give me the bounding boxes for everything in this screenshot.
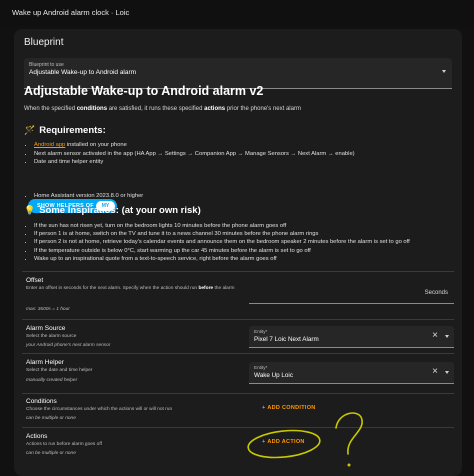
offset-input[interactable]: Seconds [249,281,454,304]
conditions-title: Conditions [26,398,57,405]
list-item: Next alarm sensor activated in the app (… [34,150,355,159]
alarm-source-section: Alarm Source Select the alarm source you… [22,319,454,353]
window-title-bar: Wake up Android alarm clock · Loic [0,0,474,26]
list-item: If person 1 is at home, switch on the TV… [34,230,410,238]
list-item: If person 2 is not at home, retrieve tod… [34,238,410,246]
alarm-source-title: Alarm Source [26,325,66,332]
add-action-button[interactable]: + ADD ACTION [262,439,305,445]
conditions-helper: can be multiple or none [26,416,76,421]
list-item: If the sun has not risen yet, turn on th… [34,222,410,230]
offset-unit: Seconds [424,290,448,296]
list-item [34,167,355,192]
conditions-section: Conditions Choose the circumstances unde… [22,393,454,427]
actions-section: Actions Actions to run before alarm goes… [22,427,454,476]
add-condition-button[interactable]: + ADD CONDITION [262,405,316,411]
actions-title: Actions [26,433,48,440]
card-title: Blueprint [24,37,64,48]
entity-label: Entity* [254,365,268,370]
magic-wand-icon: 🪄 [24,125,36,135]
entity-value: Pixel 7 Loic Next Alarm [254,336,319,343]
entity-value: Wake Up Loic [254,372,293,379]
close-icon[interactable]: × [432,367,438,377]
chevron-down-icon[interactable] [442,70,446,73]
inspiration-list: If the sun has not risen yet, turn on th… [34,222,410,263]
entity-label: Entity* [254,329,268,334]
offset-section: Offset Enter an offset in seconds for th… [22,271,454,319]
actions-helper: can be multiple or none [26,451,76,456]
offset-title: Offset [26,277,44,284]
offset-helper: max: 3600s = 1 hour [26,307,70,312]
alarm-helper-title: Alarm Helper [26,359,64,366]
alarm-source-entity-picker[interactable]: Entity* Pixel 7 Loic Next Alarm × [249,326,454,348]
list-item: Android app installed on your phone [34,141,355,150]
requirements-heading: 🪄 Requirements: [24,125,106,136]
alarm-helper-entity-picker[interactable]: Entity* Wake Up Loic × [249,362,454,384]
blueprint-description: When the specified conditions are satisf… [24,106,301,112]
list-item: Wake up to an inspirational quote from a… [34,255,410,263]
alarm-source-helper: your Android phone's next alarm sensor [26,343,111,348]
requirements-list: Android app installed on your phone Next… [34,141,355,200]
lightbulb-icon: 💡 [24,205,36,215]
chevron-down-icon[interactable] [445,335,449,338]
chevron-down-icon[interactable] [445,371,449,374]
alarm-helper-helper: manually created helper [26,378,78,383]
close-icon[interactable]: × [432,331,438,341]
android-app-link[interactable]: Android app [34,142,65,148]
list-item: If the temperature outside is below 0°C,… [34,247,410,255]
inspiration-heading: 💡 Some Inspiratios: (at your own risk) [24,205,201,216]
blueprint-title: Adjustable Wake-up to Android alarm v2 [24,84,264,98]
alarm-helper-section: Alarm Helper Select the date and time he… [22,353,454,393]
alarm-source-description: Select the alarm source [26,334,77,339]
blueprint-card: Blueprint Blueprint to use Adjustable Wa… [14,29,462,476]
actions-description: Actions to run before alarm goes off [26,442,102,447]
list-item: Date and time helper entity [34,158,355,167]
blueprint-select-value: Adjustable Wake-up to Android alarm [29,69,137,76]
blueprint-select-label: Blueprint to use [29,62,64,68]
offset-description: Enter an offset in seconds for the next … [26,286,235,291]
window-title: Wake up Android alarm clock · Loic [12,8,130,17]
alarm-helper-description: Select the date and time helper [26,368,93,373]
